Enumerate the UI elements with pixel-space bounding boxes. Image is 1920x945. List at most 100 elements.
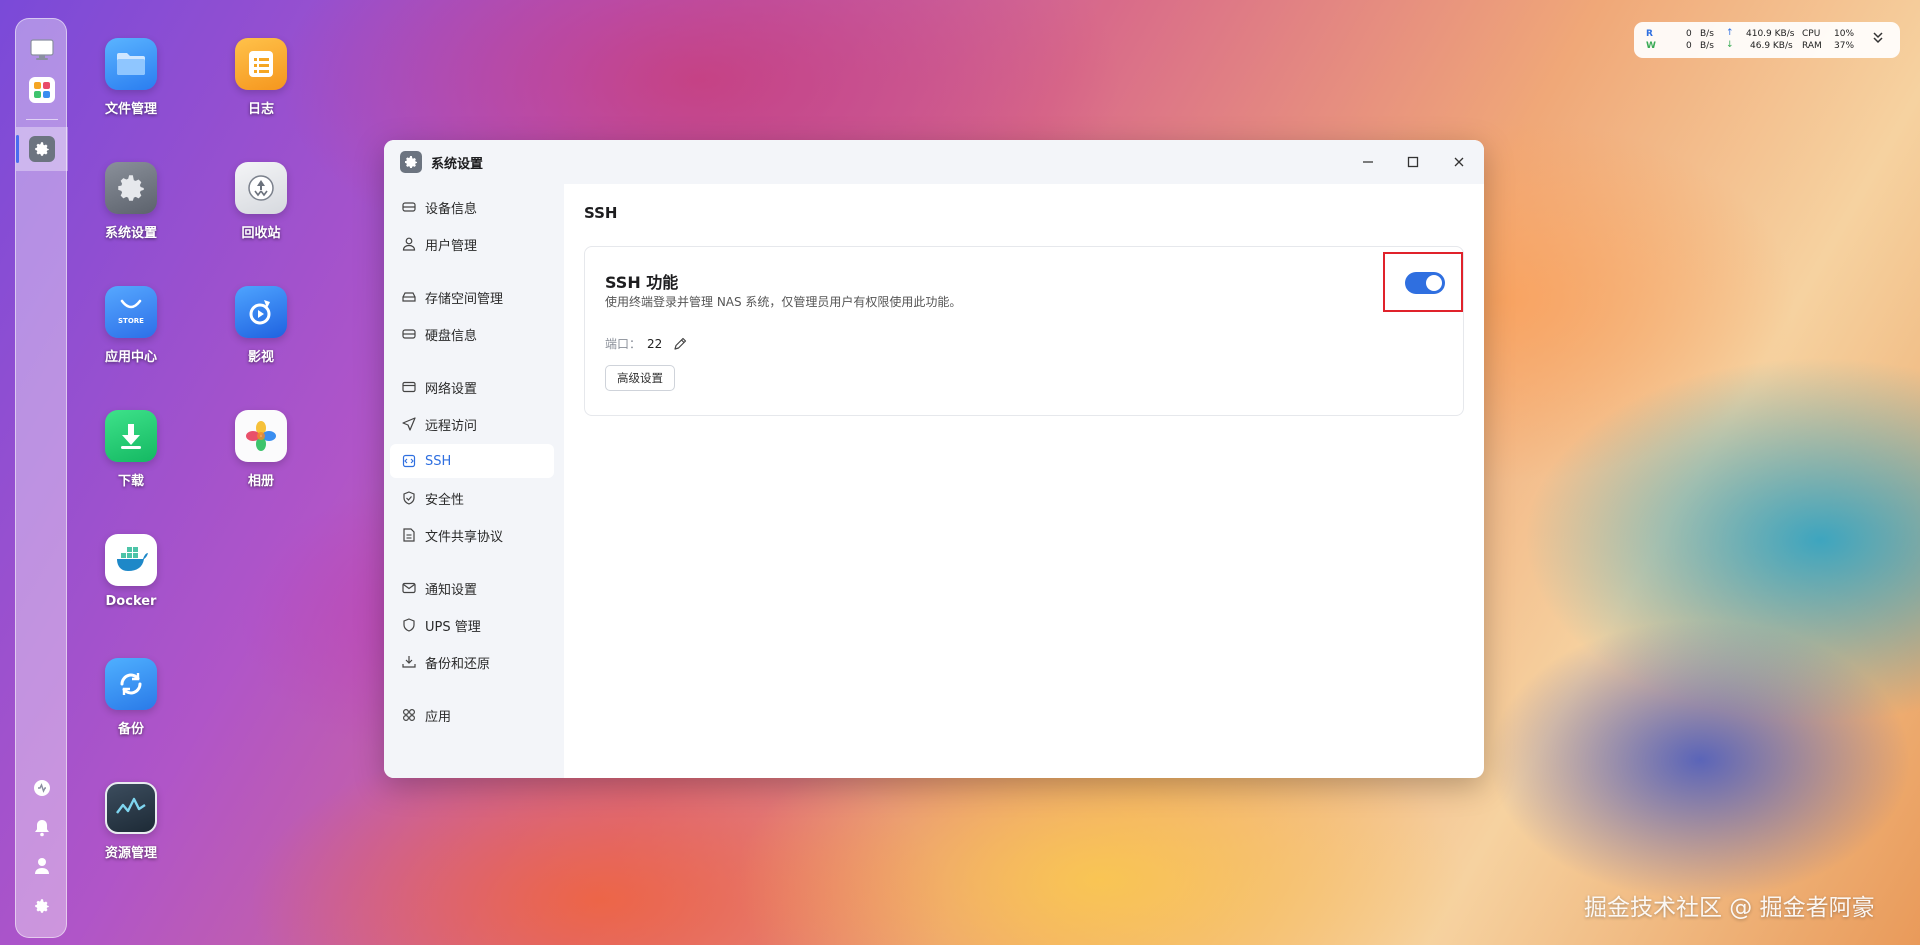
ups-icon [401, 617, 417, 633]
ssh-card: SSH 功能 使用终端登录并管理 NAS 系统，仅管理员用户有权限使用此功能。 … [584, 246, 1464, 416]
close-button[interactable] [1448, 151, 1470, 173]
app-label: Docker [105, 594, 157, 609]
nav-label: 硬盘信息 [425, 328, 478, 344]
cpu-value: 10% [1834, 29, 1855, 39]
network-icon [401, 379, 417, 395]
nav-label: UPS 管理 [425, 619, 481, 635]
minimize-button[interactable] [1357, 151, 1379, 173]
nav-label: 备份和还原 [425, 656, 491, 672]
backup-restore-icon [401, 654, 417, 670]
bell-icon[interactable] [33, 819, 51, 837]
nav-item-network-settings[interactable]: 网络设置 [390, 370, 554, 404]
video-icon [249, 300, 271, 325]
desktop-app-resource-monitor[interactable]: 资源管理 [76, 782, 186, 861]
photos-icon [246, 421, 276, 451]
nav-item-storage-management[interactable]: 存储空间管理 [390, 280, 554, 314]
ssh-card-description: 使用终端登录并管理 NAS 系统，仅管理员用户有权限使用此功能。 [605, 295, 962, 309]
settings-icon [29, 136, 55, 162]
download-arrow-icon: ↓ [1726, 40, 1734, 50]
maximize-icon [1407, 156, 1419, 168]
pencil-icon [674, 337, 687, 350]
app-label: 日志 [247, 102, 274, 117]
nav-item-device-info[interactable]: 设备信息 [390, 190, 554, 224]
nav-label: 文件共享协议 [425, 529, 504, 545]
settings-content: SSH SSH 功能 使用终端登录并管理 NAS 系统，仅管理员用户有权限使用此… [564, 184, 1484, 778]
app-label: 文件管理 [104, 102, 157, 117]
desktop-icon[interactable] [29, 37, 55, 63]
app-label: 回收站 [241, 226, 281, 241]
desktop-app-download[interactable]: 下载 [76, 410, 186, 489]
nav-item-notification-settings[interactable]: 通知设置 [390, 571, 554, 605]
desktop-app-docker[interactable]: Docker [76, 534, 186, 609]
nav-item-backup-restore[interactable]: 备份和还原 [390, 645, 554, 679]
desktop-app-recycle-bin[interactable]: 回收站 [206, 162, 316, 241]
store-badge: STORE [118, 317, 144, 325]
settings-icon [118, 175, 144, 201]
read-value: 0 [1686, 29, 1692, 39]
desktop-app-backup[interactable]: 备份 [76, 658, 186, 737]
resource-monitor-icon [116, 797, 146, 814]
app-label: 系统设置 [104, 226, 157, 241]
nav-label: 应用 [425, 709, 452, 725]
log-icon [249, 51, 273, 77]
settings-icon [400, 151, 422, 173]
recycle-bin-icon [248, 175, 274, 201]
user-icon[interactable] [33, 857, 51, 875]
nav-item-file-share[interactable]: 文件共享协议 [390, 518, 554, 552]
nav-label: 用户管理 [425, 238, 478, 254]
desktop-app-system-settings[interactable]: 系统设置 [76, 162, 186, 241]
port-row: 端口： 22 [605, 335, 688, 352]
desktop-app-file-manager[interactable]: 文件管理 [76, 38, 186, 117]
window-title: 系统设置 [431, 157, 484, 172]
edit-port-button[interactable] [672, 336, 688, 352]
app-label: 下载 [117, 474, 144, 489]
store-icon [120, 299, 142, 309]
nav-item-remote-access[interactable]: 远程访问 [390, 407, 554, 441]
desktop-app-log[interactable]: 日志 [206, 38, 316, 117]
advanced-settings-button[interactable]: 高级设置 [605, 365, 675, 391]
port-value: 22 [647, 336, 663, 351]
write-value: 0 [1686, 41, 1692, 51]
ssh-icon [401, 453, 417, 469]
device-icon [401, 199, 417, 215]
write-label: W [1646, 41, 1656, 51]
activity-icon[interactable] [33, 779, 51, 797]
system-status-widget[interactable]: R W 0 B/s 0 B/s ↑ ↓ 410.9 KB/s 46.9 KB/s… [1634, 22, 1900, 58]
app-label: 相册 [247, 474, 274, 489]
folder-icon [117, 53, 145, 75]
app-grid-icon[interactable] [29, 77, 55, 103]
nav-item-ssh[interactable]: SSH [390, 444, 554, 478]
nav-item-user-management[interactable]: 用户管理 [390, 227, 554, 261]
nav-label: 存储空间管理 [425, 291, 504, 307]
collapse-chevron-icon[interactable] [1872, 31, 1884, 48]
settings-window: 系统设置 设备信息 用户管理 存储空间管理 硬盘信息 网络设置 远程访问 SSH… [384, 140, 1484, 778]
shield-icon [401, 490, 417, 506]
upload-value: 410.9 KB/s [1746, 29, 1795, 39]
toggle-knob [1426, 275, 1442, 291]
nav-label: 安全性 [425, 492, 465, 508]
dock [15, 18, 68, 938]
maximize-button[interactable] [1402, 151, 1424, 173]
user-icon [401, 236, 417, 252]
download-value: 46.9 KB/s [1750, 41, 1793, 51]
close-icon [1454, 157, 1464, 167]
port-label: 端口： [605, 337, 642, 351]
nav-item-disk-info[interactable]: 硬盘信息 [390, 317, 554, 351]
toggle-highlight-box [1383, 252, 1463, 312]
docker-icon [117, 547, 148, 571]
desktop-app-video[interactable]: 影视 [206, 286, 316, 365]
desktop-app-app-center[interactable]: STORE 应用中心 [76, 286, 186, 365]
minimize-icon [1363, 161, 1373, 163]
dock-item-system-settings[interactable] [16, 127, 68, 171]
read-label: R [1646, 29, 1653, 39]
gear-icon[interactable] [33, 897, 51, 915]
nav-item-security[interactable]: 安全性 [390, 481, 554, 515]
window-titlebar[interactable]: 系统设置 [384, 140, 1484, 184]
nav-item-apps[interactable]: 应用 [390, 698, 554, 732]
desktop-app-photos[interactable]: 相册 [206, 410, 316, 489]
nav-item-ups-management[interactable]: UPS 管理 [390, 608, 554, 642]
storage-icon [401, 289, 417, 305]
ssh-toggle[interactable] [1405, 272, 1445, 294]
nav-label: 网络设置 [425, 381, 478, 397]
upload-arrow-icon: ↑ [1726, 28, 1734, 38]
